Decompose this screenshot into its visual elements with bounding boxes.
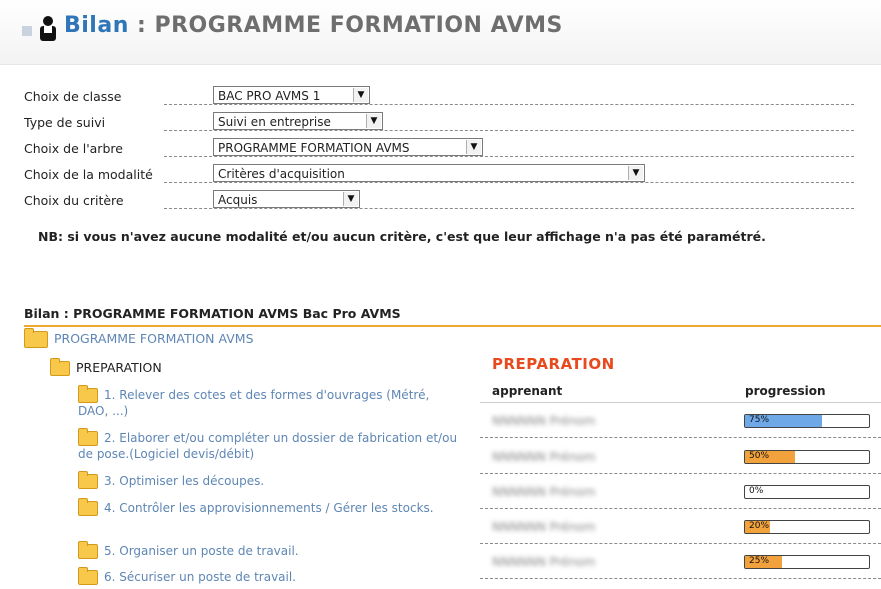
folder-icon — [78, 385, 98, 403]
page-header: Bilan : PROGRAMME FORMATION AVMS — [0, 0, 881, 65]
tree-item[interactable]: 4. Contrôler les approvisionnements / Gé… — [78, 498, 458, 516]
tree-item[interactable]: 6. Sécuriser un poste de travail. — [78, 567, 458, 585]
folder-icon — [78, 471, 98, 489]
chevron-down-icon: ▼ — [628, 166, 643, 180]
page-title: Bilan : PROGRAMME FORMATION AVMS — [64, 13, 563, 38]
folder-icon — [50, 358, 70, 376]
user-group-icon — [40, 16, 56, 41]
student-name: NNNNNN Prénom — [492, 450, 596, 464]
folder-icon — [78, 498, 98, 516]
form-row-critere: Choix du critère Acquis ▼ — [24, 190, 854, 212]
student-name: NNNNNN Prénom — [492, 520, 596, 534]
folder-icon — [78, 541, 98, 559]
tree-root[interactable]: PROGRAMME FORMATION AVMS — [24, 328, 254, 348]
form-row-modalite: Choix de la modalité Critères d'acquisit… — [24, 164, 854, 186]
tree-item[interactable]: 5. Organiser un poste de travail. — [78, 541, 458, 559]
form-row-arbre: Choix de l'arbre PROGRAMME FORMATION AVM… — [24, 138, 854, 160]
divider — [24, 325, 881, 327]
chevron-down-icon: ▼ — [353, 88, 368, 102]
table-heading: PREPARATION — [492, 355, 615, 373]
label-classe: Choix de classe — [24, 89, 122, 104]
bilan-title: Bilan : PROGRAMME FORMATION AVMS Bac Pro… — [24, 306, 401, 321]
table-row: NNNNNN Prénom 0% — [480, 479, 881, 509]
form-row-suivi: Type de suivi Suivi en entreprise ▼ — [24, 112, 854, 134]
table-row: NNNNNN Prénom 50% — [480, 444, 881, 474]
chevron-down-icon: ▼ — [343, 192, 358, 206]
table-header-rule — [480, 402, 881, 403]
form-row-classe: Choix de classe BAC PRO AVMS 1 ▼ — [24, 86, 854, 108]
chevron-down-icon: ▼ — [366, 114, 381, 128]
critere-select[interactable]: Acquis ▼ — [213, 190, 360, 208]
classe-select[interactable]: BAC PRO AVMS 1 ▼ — [213, 86, 370, 104]
table-row: NNNNNN Prénom 25% — [480, 549, 881, 579]
suivi-select[interactable]: Suivi en entreprise ▼ — [213, 112, 383, 130]
label-arbre: Choix de l'arbre — [24, 141, 123, 156]
info-note: NB: si vous n'avez aucune modalité et/ou… — [38, 229, 766, 244]
progress-bar: 75% — [744, 414, 870, 428]
folder-open-icon — [24, 328, 48, 348]
tree-item[interactable]: 1. Relever des cotes et des formes d'ouv… — [78, 385, 458, 419]
progress-bar: 25% — [744, 555, 870, 569]
arbre-select[interactable]: PROGRAMME FORMATION AVMS ▼ — [213, 138, 483, 156]
progress-bar: 50% — [744, 450, 870, 464]
column-header-progression: progression — [745, 384, 826, 398]
tree-item[interactable]: 2. Elaborer et/ou compléter un dossier d… — [78, 428, 458, 462]
student-name: NNNNNN Prénom — [492, 485, 596, 499]
student-name: NNNNNN Prénom — [492, 555, 596, 569]
progress-bar: 0% — [744, 485, 870, 499]
progress-bar: 20% — [744, 520, 870, 534]
table-row: NNNNNN Prénom 20% — [480, 514, 881, 544]
column-header-apprenant: apprenant — [492, 384, 563, 398]
tree-item[interactable]: 3. Optimiser les découpes. — [78, 471, 458, 489]
bullet-square-icon — [22, 26, 32, 36]
student-name: NNNNNN Prénom — [492, 414, 596, 428]
label-critere: Choix du critère — [24, 193, 124, 208]
tree-section-preparation[interactable]: PREPARATION — [50, 358, 162, 376]
modalite-select[interactable]: Critères d'acquisition ▼ — [213, 164, 645, 182]
table-row: NNNNNN Prénom 75% — [480, 408, 881, 438]
chevron-down-icon: ▼ — [466, 140, 481, 154]
folder-icon — [78, 567, 98, 585]
label-suivi: Type de suivi — [24, 115, 106, 130]
folder-icon — [78, 428, 98, 446]
label-modalite: Choix de la modalité — [24, 167, 153, 182]
